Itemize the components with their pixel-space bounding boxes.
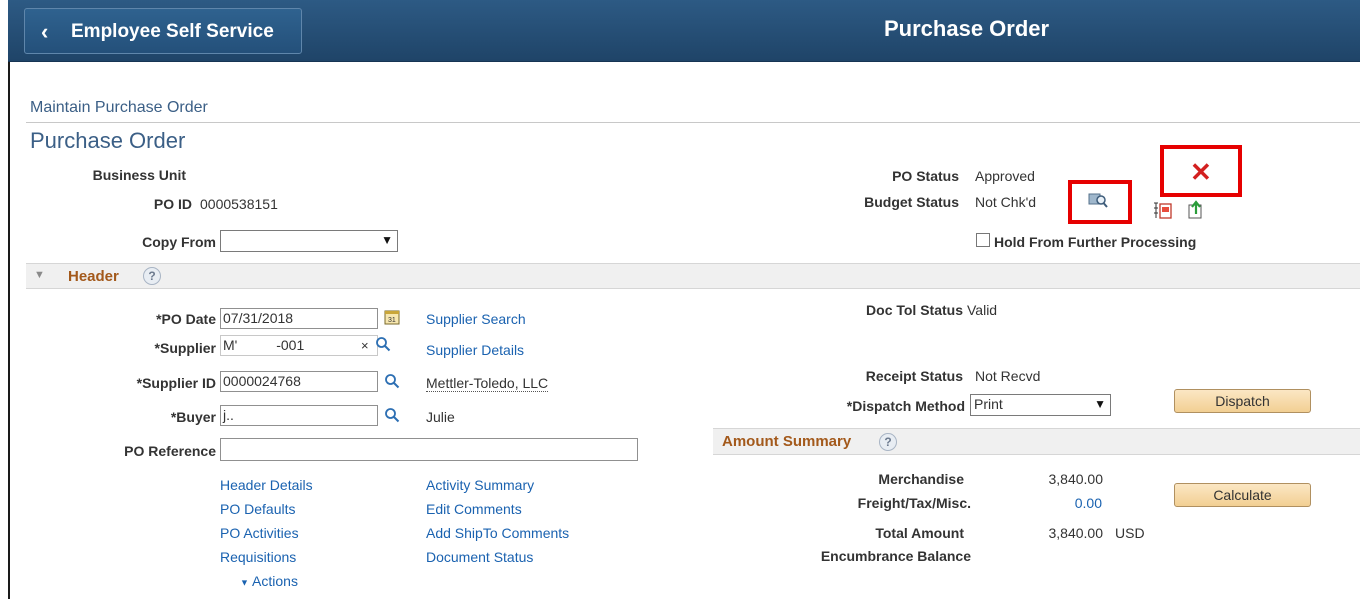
collapse-triangle-icon[interactable]: ▼ <box>34 269 45 281</box>
top-banner: ‹ Employee Self Service Purchase Order <box>8 0 1360 62</box>
po-reference-input[interactable] <box>220 438 638 461</box>
po-reference-label: PO Reference <box>124 443 216 459</box>
hold-from-processing-checkbox[interactable] <box>976 233 990 247</box>
doc-tol-status-value: Valid <box>967 302 998 318</box>
supplier-details-link[interactable]: Supplier Details <box>426 342 524 358</box>
actions-label: Actions <box>252 573 298 589</box>
supplier-input[interactable]: M' -001 <box>220 335 378 356</box>
help-icon[interactable]: ? <box>879 433 897 451</box>
business-unit-label: Business Unit <box>92 167 186 183</box>
actions-menu[interactable]: ▼ Actions <box>240 573 298 589</box>
total-amount-value: 3,840.00 <box>1048 525 1104 541</box>
merchandise-label: Merchandise <box>878 471 964 487</box>
chevron-left-icon: ‹ <box>41 19 49 44</box>
po-date-input-value: 07/31/2018 <box>223 310 294 326</box>
freight-label: Freight/Tax/Misc. <box>857 495 971 511</box>
receipt-status-label: Receipt Status <box>865 368 963 384</box>
po-status-value: Approved <box>975 168 1035 184</box>
back-button-label: Employee Self Service <box>71 21 274 42</box>
calculate-button[interactable]: Calculate <box>1174 483 1311 507</box>
chevron-down-icon: ▼ <box>1094 397 1106 411</box>
calendar-icon[interactable]: 31 <box>384 309 400 328</box>
buyer-input-value: j.. <box>223 407 234 423</box>
po-id-value: 0000538151 <box>200 196 278 212</box>
buyer-label: *Buyer <box>170 409 216 425</box>
clear-icon[interactable]: × <box>361 338 369 353</box>
budget-check-icon[interactable] <box>1088 191 1108 212</box>
supplier-search-link[interactable]: Supplier Search <box>426 311 526 327</box>
employee-self-service-back-button[interactable]: ‹ Employee Self Service <box>24 8 302 54</box>
triangle-down-icon: ▼ <box>240 577 249 588</box>
buyer-name: Julie <box>426 409 455 425</box>
search-icon[interactable] <box>384 373 400 392</box>
budget-status-value: Not Chk'd <box>975 194 1037 210</box>
supplier-id-label: *Supplier ID <box>136 375 216 391</box>
header-section-title: Header <box>68 268 119 285</box>
svg-text:31: 31 <box>388 317 396 324</box>
amount-summary-bar: Amount Summary ? <box>713 428 1360 455</box>
page-title: Purchase Order <box>30 128 186 153</box>
close-x-icon[interactable]: ✕ <box>1190 157 1212 188</box>
supplier-id-input-value: 0000024768 <box>223 373 301 389</box>
freight-value-link[interactable]: 0.00 <box>1075 495 1102 511</box>
dispatch-button[interactable]: Dispatch <box>1174 389 1311 413</box>
po-defaults-link[interactable]: PO Defaults <box>220 501 295 517</box>
supplier-id-input[interactable]: 0000024768 <box>220 371 378 392</box>
dispatch-method-label: *Dispatch Method <box>846 398 965 414</box>
po-date-label: *PO Date <box>156 311 216 327</box>
buyer-input[interactable]: j.. <box>220 405 378 426</box>
edit-comments-link[interactable]: Edit Comments <box>426 501 522 517</box>
chevron-down-icon: ▼ <box>381 233 393 247</box>
divider <box>26 122 1360 123</box>
po-date-input[interactable]: 07/31/2018 <box>220 308 378 329</box>
requisitions-link[interactable]: Requisitions <box>220 549 296 565</box>
window-border <box>8 0 10 599</box>
merchandise-value: 3,840.00 <box>1048 471 1104 487</box>
export-icon[interactable] <box>1186 200 1206 223</box>
supplier-input-value: M' -001 <box>223 337 305 353</box>
help-icon[interactable]: ? <box>143 267 161 285</box>
dispatch-method-select[interactable]: Print ▼ <box>970 394 1111 416</box>
document-icon[interactable] <box>1152 200 1174 223</box>
header-section-bar[interactable]: ▼ Header ? <box>26 263 1360 289</box>
search-icon[interactable] <box>375 336 391 355</box>
page-heading: Purchase Order <box>884 16 1050 41</box>
copy-from-label: Copy From <box>142 234 216 250</box>
search-icon[interactable] <box>384 407 400 426</box>
po-id-label: PO ID <box>153 196 192 212</box>
budget-status-label: Budget Status <box>864 194 959 210</box>
copy-from-select[interactable]: ▼ <box>220 230 398 252</box>
encumbrance-balance-label: Encumbrance Balance <box>820 548 971 564</box>
supplier-label: *Supplier <box>154 340 216 356</box>
breadcrumb[interactable]: Maintain Purchase Order <box>30 99 208 117</box>
receipt-status-value: Not Recvd <box>975 368 1041 384</box>
dispatch-method-select-value: Print <box>974 396 1003 412</box>
total-amount-label: Total Amount <box>875 525 964 541</box>
document-status-link[interactable]: Document Status <box>426 549 533 565</box>
hold-from-processing-label: Hold From Further Processing <box>994 234 1197 250</box>
po-activities-link[interactable]: PO Activities <box>220 525 299 541</box>
supplier-name[interactable]: Mettler-Toledo, LLC <box>426 375 549 392</box>
activity-summary-link[interactable]: Activity Summary <box>426 477 534 493</box>
amount-summary-title: Amount Summary <box>722 433 852 450</box>
add-shipto-comments-link[interactable]: Add ShipTo Comments <box>426 525 569 541</box>
doc-tol-status-label: Doc Tol Status <box>866 302 963 318</box>
po-status-label: PO Status <box>892 168 959 184</box>
header-details-link[interactable]: Header Details <box>220 477 313 493</box>
currency-code: USD <box>1115 525 1145 541</box>
